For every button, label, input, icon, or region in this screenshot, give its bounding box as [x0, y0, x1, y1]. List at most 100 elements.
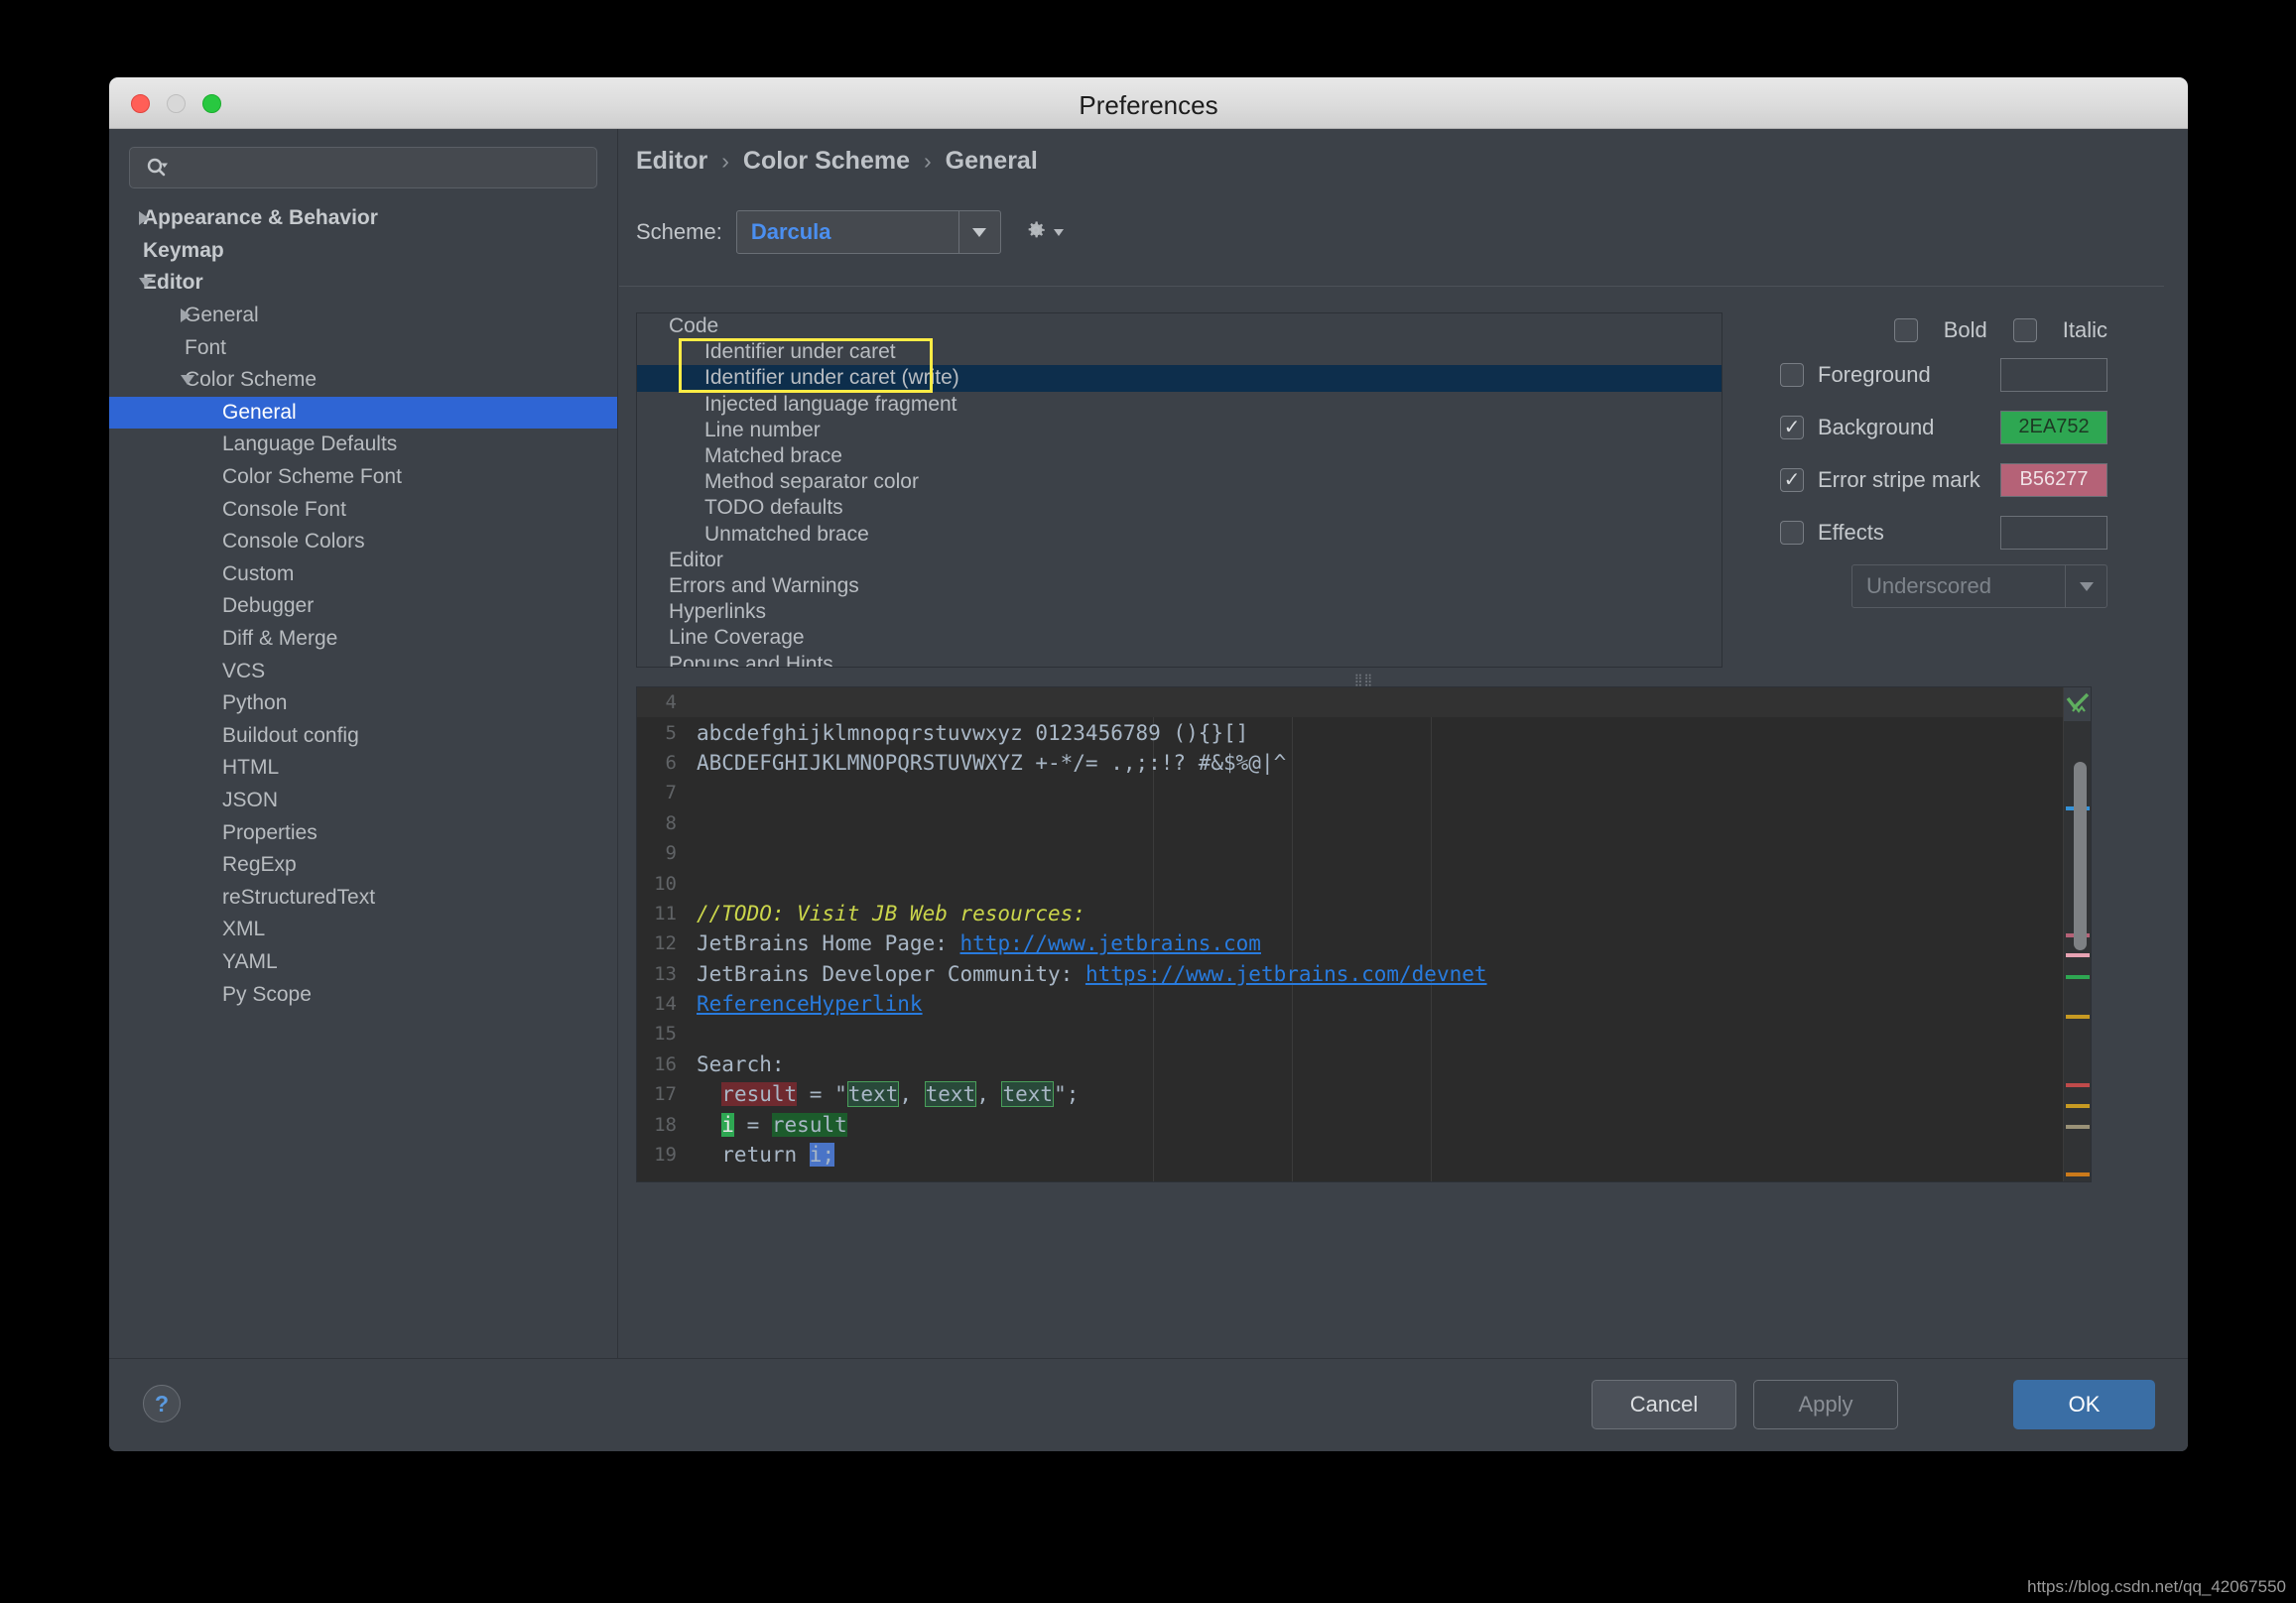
- bold-checkbox[interactable]: [1893, 318, 1918, 342]
- sidebar-item-custom[interactable]: Custom: [109, 558, 617, 591]
- sidebar-item-buildout-config[interactable]: Buildout config: [109, 720, 617, 753]
- sidebar-item-label: Console Font: [222, 497, 346, 521]
- settings-tree-row[interactable]: Errors and Warnings: [637, 573, 1722, 599]
- line-number: 5: [665, 721, 677, 744]
- inspection-status-icon[interactable]: [2064, 687, 2091, 721]
- dialog-footer: ? Cancel Apply OK: [109, 1358, 2188, 1451]
- line-number: 15: [654, 1023, 677, 1046]
- error-stripe-mark[interactable]: [2066, 1104, 2090, 1108]
- sidebar-item-color-scheme[interactable]: Color Scheme: [109, 364, 617, 397]
- sidebar-item-console-font[interactable]: Console Font: [109, 493, 617, 526]
- sidebar-item-general[interactable]: General: [109, 300, 617, 332]
- foreground-checkbox[interactable]: [1780, 362, 1804, 387]
- color-swatch[interactable]: B56277: [2000, 462, 2107, 497]
- scheme-select[interactable]: Darcula: [735, 210, 1001, 254]
- sidebar-item-debugger[interactable]: Debugger: [109, 590, 617, 623]
- settings-tree-label: TODO defaults: [704, 496, 843, 520]
- line-number: 11: [654, 902, 677, 925]
- color-preview-editor[interactable]: 4 5 abcdefghijklmnopqrstuvwxyz 0123456789 …: [636, 686, 2092, 1182]
- sidebar-item-json[interactable]: JSON: [109, 785, 617, 817]
- chevron-down-icon[interactable]: [139, 278, 153, 289]
- line-number: 8: [665, 811, 677, 834]
- scheme-dropdown-button[interactable]: [957, 211, 1000, 253]
- scheme-settings-button[interactable]: [1023, 217, 1064, 248]
- sidebar-item-editor[interactable]: Editor: [109, 267, 617, 300]
- line-number: 12: [654, 932, 677, 955]
- color-swatch[interactable]: [2000, 515, 2107, 550]
- effects-type-select[interactable]: Underscored: [1851, 564, 2107, 608]
- sidebar-item-label: Color Scheme: [185, 368, 318, 392]
- attribute-label: Effects: [1818, 519, 1884, 545]
- settings-tree-row[interactable]: Code: [637, 313, 1722, 339]
- sidebar-item-keymap[interactable]: Keymap: [109, 235, 617, 268]
- ok-button[interactable]: OK: [2013, 1380, 2155, 1429]
- chevron-right-icon[interactable]: [139, 211, 149, 226]
- settings-tree-row[interactable]: Identifier under caret (write): [637, 365, 1722, 392]
- search-input[interactable]: [168, 156, 586, 180]
- sidebar-item-py-scope[interactable]: Py Scope: [109, 978, 617, 1011]
- line-number: 13: [654, 962, 677, 985]
- apply-button[interactable]: Apply: [1753, 1380, 1898, 1429]
- background-checkbox[interactable]: ✓: [1780, 415, 1804, 439]
- sidebar-item-restructuredtext[interactable]: reStructuredText: [109, 881, 617, 914]
- preview-splitter[interactable]: ⣿⣿: [636, 673, 2092, 686]
- sidebar-item-regexp[interactable]: RegExp: [109, 849, 617, 882]
- error-stripe-mark[interactable]: [2066, 975, 2090, 979]
- settings-tree-row[interactable]: Line Coverage: [637, 625, 1722, 651]
- preview-scrollbar-thumb[interactable]: [2074, 762, 2087, 950]
- search-box[interactable]: [129, 147, 597, 188]
- error-stripe-mark[interactable]: [2066, 1172, 2090, 1176]
- sidebar-item-properties[interactable]: Properties: [109, 816, 617, 849]
- effects-dropdown-button[interactable]: [2065, 565, 2106, 607]
- color-swatch[interactable]: [2000, 357, 2107, 392]
- effects-checkbox[interactable]: [1780, 520, 1804, 545]
- code-line-text: //TODO: Visit JB Web resources:: [689, 902, 1085, 925]
- error-stripe-mark[interactable]: [2066, 1015, 2090, 1019]
- sidebar-item-language-defaults[interactable]: Language Defaults: [109, 429, 617, 461]
- breadcrumb-item[interactable]: Color Scheme: [743, 147, 910, 176]
- settings-tree-row[interactable]: Hyperlinks: [637, 599, 1722, 625]
- settings-tree-row[interactable]: TODO defaults: [637, 495, 1722, 521]
- settings-tree-row[interactable]: Identifier under caret: [637, 339, 1722, 365]
- italic-checkbox[interactable]: [2012, 318, 2037, 342]
- color-settings-tree[interactable]: Code Identifier under caret Identifier und…: [636, 312, 1722, 668]
- error-stripe-mark[interactable]: [2066, 1125, 2090, 1129]
- error-stripe-gutter[interactable]: [2063, 687, 2091, 1181]
- breadcrumb-item[interactable]: Editor: [636, 147, 707, 176]
- sidebar-item-xml[interactable]: XML: [109, 914, 617, 946]
- sidebar-item-diff-merge[interactable]: Diff & Merge: [109, 623, 617, 656]
- sidebar-item-label: Appearance & Behavior: [143, 206, 378, 230]
- color-swatch[interactable]: 2EA752: [2000, 410, 2107, 444]
- code-token: Search:: [697, 1051, 785, 1076]
- chevron-down-icon[interactable]: [181, 375, 194, 386]
- error-stripe-mark[interactable]: [2066, 953, 2090, 957]
- sidebar-item-color-scheme-font[interactable]: Color Scheme Font: [109, 461, 617, 494]
- error-stripe-mark-checkbox[interactable]: ✓: [1780, 467, 1804, 492]
- sidebar-item-appearance-behavior[interactable]: Appearance & Behavior: [109, 202, 617, 235]
- chevron-right-icon[interactable]: [181, 308, 191, 323]
- help-button[interactable]: ?: [143, 1385, 181, 1422]
- settings-tree-row[interactable]: Matched brace: [637, 443, 1722, 469]
- settings-tree-row[interactable]: Editor: [637, 548, 1722, 573]
- settings-tree-row[interactable]: Injected language fragment: [637, 392, 1722, 418]
- sidebar-item-label: RegExp: [222, 853, 297, 877]
- line-number: 4: [665, 691, 677, 714]
- sidebar-item-general[interactable]: General: [109, 396, 617, 430]
- sidebar-item-vcs[interactable]: VCS: [109, 655, 617, 687]
- sidebar-item-html[interactable]: HTML: [109, 752, 617, 785]
- sidebar-item-font[interactable]: Font: [109, 331, 617, 364]
- sidebar-item-console-colors[interactable]: Console Colors: [109, 526, 617, 558]
- breadcrumb-item[interactable]: General: [946, 147, 1038, 176]
- code-token: //TODO: Visit JB Web resources:: [697, 901, 1085, 925]
- settings-tree-row[interactable]: Method separator color: [637, 469, 1722, 495]
- settings-tree-row[interactable]: Unmatched brace: [637, 522, 1722, 548]
- window-body: Appearance & Behavior Keymap Editor General…: [109, 129, 2188, 1451]
- settings-tree-row[interactable]: Popups and Hints: [637, 651, 1722, 667]
- error-stripe-mark[interactable]: [2066, 1083, 2090, 1087]
- settings-tree-row[interactable]: Line number: [637, 418, 1722, 443]
- sidebar-item-python[interactable]: Python: [109, 687, 617, 720]
- code-token: ABCDEFGHIJKLMNOPQRSTUVWXYZ +-*/= .,;:!? …: [697, 750, 1287, 775]
- code-line: 4: [637, 687, 2091, 718]
- sidebar-item-yaml[interactable]: YAML: [109, 946, 617, 979]
- cancel-button[interactable]: Cancel: [1592, 1380, 1736, 1429]
